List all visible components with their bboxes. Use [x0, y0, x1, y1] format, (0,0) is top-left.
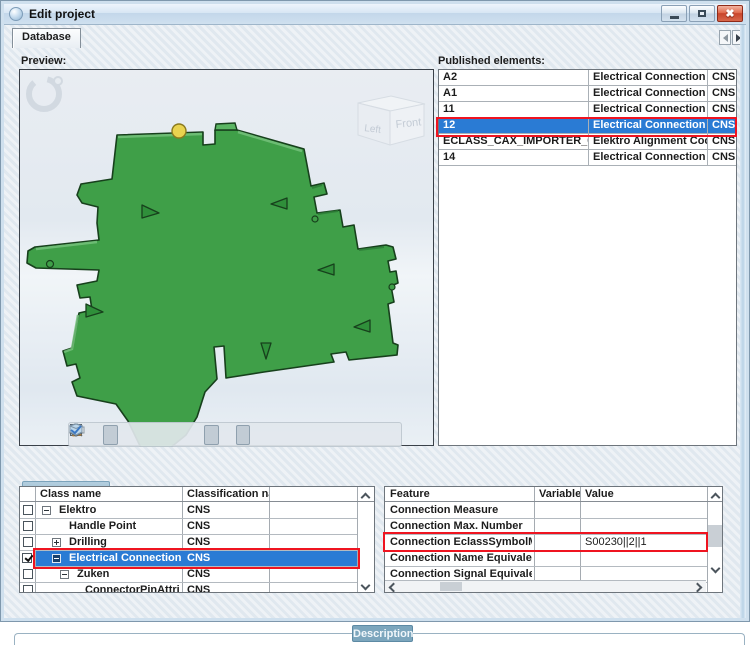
- variable-header[interactable]: Variable: [534, 487, 580, 502]
- svg-text:Left: Left: [364, 123, 382, 136]
- mesh-view-icon[interactable]: [189, 425, 204, 445]
- part-body: [27, 123, 398, 447]
- cylinder-view-icon[interactable]: [88, 425, 103, 445]
- iso-view-6-icon[interactable]: [337, 425, 352, 445]
- iso-view-2-icon[interactable]: [275, 425, 290, 445]
- class-row-zuken[interactable]: Zuken CNS: [20, 567, 357, 583]
- expand-icon[interactable]: [52, 538, 61, 547]
- row-checkbox[interactable]: [23, 585, 33, 593]
- published-elements-table: A2 Electrical Connection CNS A1 Electric…: [438, 69, 737, 446]
- iso-view-3-icon[interactable]: [290, 425, 305, 445]
- description-button[interactable]: Description: [352, 625, 413, 642]
- app-icon: [9, 7, 23, 21]
- published-row[interactable]: 14 Electrical Connection CNS: [439, 150, 736, 166]
- scroll-up-icon[interactable]: [362, 492, 369, 499]
- horizontal-scrollbar-thumb[interactable]: [440, 582, 462, 591]
- class-name-header[interactable]: Class name: [35, 487, 182, 502]
- rotate-compass-icon: [29, 77, 62, 109]
- cube-view-icon[interactable]: [236, 425, 251, 445]
- row-checkbox-checked[interactable]: [22, 553, 32, 563]
- zoom-window-icon[interactable]: [158, 425, 173, 445]
- feature-row[interactable]: Connection Name Equivalences: [385, 551, 707, 567]
- scroll-down-icon[interactable]: [362, 582, 369, 589]
- feature-row[interactable]: Connection Max. Number: [385, 519, 707, 535]
- preview-label: Preview:: [21, 55, 66, 67]
- scroll-down-icon[interactable]: [712, 565, 719, 572]
- row-checkbox[interactable]: [23, 537, 33, 547]
- part-3d-view: Left Front: [20, 70, 435, 447]
- iso-view-8-icon[interactable]: [368, 425, 383, 445]
- row-checkbox[interactable]: [23, 505, 33, 515]
- collapse-icon[interactable]: [52, 554, 61, 563]
- cylinder-solid-icon[interactable]: [103, 425, 118, 445]
- measure-icon[interactable]: [173, 425, 188, 445]
- view-cube: Left Front: [358, 96, 425, 145]
- class-row-elektro[interactable]: Elektro CNS: [20, 503, 357, 519]
- zoom-orbit-icon[interactable]: [142, 425, 157, 445]
- maximize-button[interactable]: [689, 5, 715, 22]
- shaded-view-icon[interactable]: [204, 425, 219, 445]
- feature-row-eclasssymbolmap[interactable]: Connection EclassSymbolMap S00230||2||1: [385, 535, 707, 551]
- classification-name-header[interactable]: Classification name: [182, 487, 269, 502]
- feature-header[interactable]: Feature: [385, 487, 534, 502]
- class-row-connectorpinattribute[interactable]: ConnectorPinAttribute CNS: [20, 583, 357, 593]
- tab-database[interactable]: Database: [12, 28, 81, 48]
- iso-view-4-icon[interactable]: [306, 425, 321, 445]
- maximize-icon: [698, 10, 706, 17]
- vertical-scrollbar-thumb[interactable]: [708, 525, 723, 547]
- confirm-icon[interactable]: [384, 425, 399, 445]
- iso-view-5-icon[interactable]: [321, 425, 336, 445]
- tab-scroll-left-button[interactable]: [719, 30, 731, 45]
- dialog-client-area: Database Preview: Left Front: [4, 25, 746, 618]
- preview-viewport[interactable]: Left Front: [19, 69, 434, 446]
- feature-table: Feature Variable Value Connection Measur…: [384, 486, 723, 593]
- collapse-icon[interactable]: [60, 570, 69, 579]
- published-elements-label: Published elements:: [438, 55, 545, 67]
- edit-project-window: Edit project ✖ Database Preview:: [0, 0, 750, 622]
- published-row-selected[interactable]: 12 Electrical Connection CNS: [439, 118, 736, 134]
- collapse-icon[interactable]: [42, 506, 51, 515]
- published-row[interactable]: 11 Electrical Connection CNS: [439, 102, 736, 118]
- feature-row[interactable]: Connection Measure: [385, 503, 707, 519]
- row-checkbox[interactable]: [23, 569, 33, 579]
- iso-view-7-icon[interactable]: [352, 425, 367, 445]
- scroll-up-icon[interactable]: [712, 492, 719, 499]
- close-icon: ✖: [725, 7, 734, 20]
- value-header[interactable]: Value: [580, 487, 707, 502]
- clip-plane-icon[interactable]: [220, 425, 235, 445]
- window-title: Edit project: [29, 7, 95, 21]
- zoom-in-icon[interactable]: [127, 425, 142, 445]
- horizontal-scrollbar[interactable]: [385, 580, 706, 592]
- viewport-toolbar: [68, 422, 402, 447]
- iso-view-1-icon[interactable]: [259, 425, 274, 445]
- class-row-electrical-connection[interactable]: Electrical Connection CNS: [36, 551, 357, 567]
- class-row-handle-point[interactable]: Handle Point CNS: [20, 519, 357, 535]
- scroll-left-icon[interactable]: [388, 584, 395, 591]
- row-checkbox[interactable]: [23, 521, 33, 531]
- close-button[interactable]: ✖: [717, 5, 743, 22]
- handle-point-marker: [172, 124, 186, 138]
- window-border: [740, 25, 746, 618]
- title-bar[interactable]: Edit project ✖: [4, 4, 746, 25]
- minimize-icon: [670, 16, 679, 19]
- minimize-button[interactable]: [661, 5, 687, 22]
- published-row[interactable]: A2 Electrical Connection CNS: [439, 70, 736, 86]
- published-row[interactable]: A1 Electrical Connection CNS: [439, 86, 736, 102]
- arrow-left-icon: [723, 34, 728, 42]
- published-row[interactable]: ECLASS_CAX_IMPORTER_001_CP_0 Elektro Ali…: [439, 134, 736, 150]
- class-row-drilling[interactable]: Drilling CNS: [20, 535, 357, 551]
- scroll-right-icon[interactable]: [694, 584, 701, 591]
- class-table: Class name Classification name Elektro C…: [19, 486, 375, 593]
